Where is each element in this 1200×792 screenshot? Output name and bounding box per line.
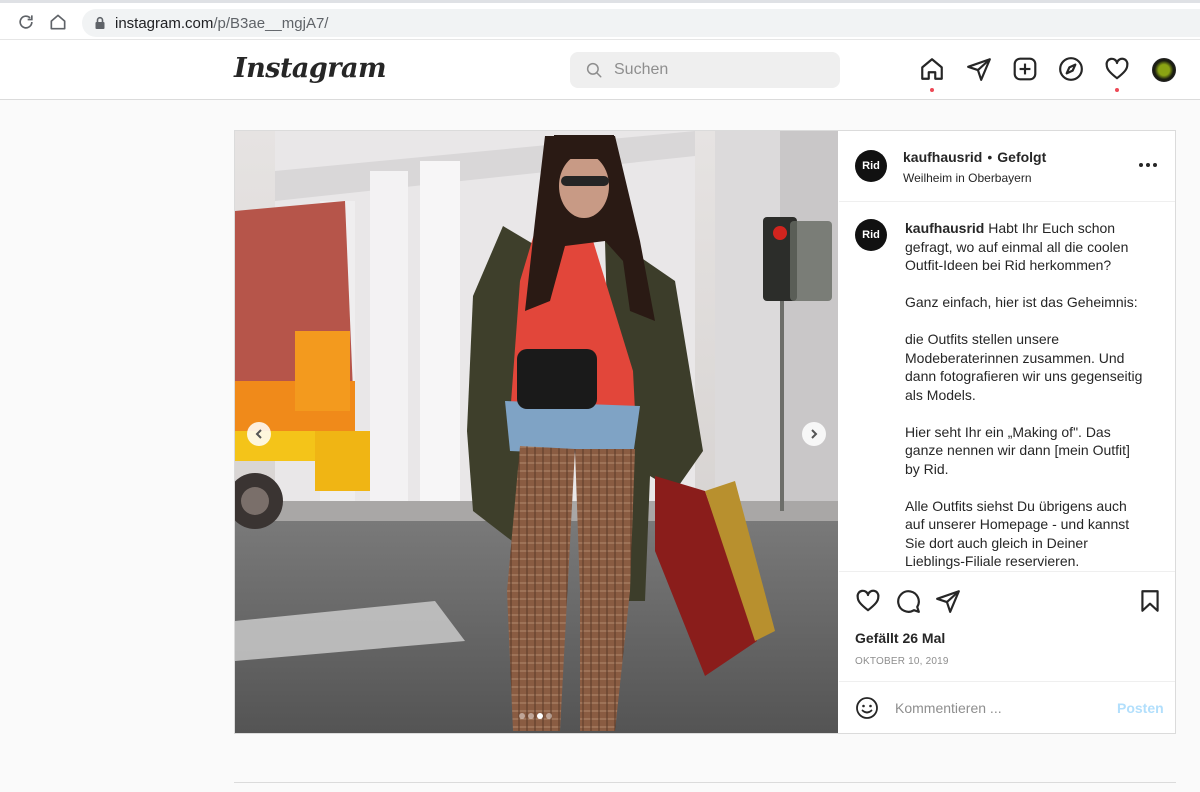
home-icon[interactable] — [919, 56, 945, 82]
activity-heart-icon[interactable] — [1104, 56, 1130, 82]
comment-form: Posten — [839, 681, 1175, 733]
follow-status-button[interactable]: Gefolgt — [997, 149, 1046, 165]
instagram-logo[interactable]: Instagram — [234, 53, 387, 84]
url-host: instagram.com — [115, 15, 214, 32]
separator-dot: • — [987, 149, 993, 165]
post-photo[interactable] — [235, 131, 838, 733]
post-caption: kaufhausrid Habt Ihr Euch schon gefragt,… — [905, 219, 1145, 571]
carousel-next-button[interactable] — [802, 422, 826, 446]
post-comment-button[interactable]: Posten — [1117, 700, 1164, 716]
url-path: /p/B3ae__mgjA7/ — [213, 15, 329, 32]
more-options-icon[interactable] — [1137, 161, 1159, 169]
emoji-icon[interactable] — [855, 696, 879, 720]
search-box[interactable] — [570, 52, 840, 88]
author-avatar[interactable]: Rid — [855, 150, 887, 182]
share-icon[interactable] — [935, 588, 961, 614]
avatar-logo-text: Rid — [862, 159, 880, 172]
caption-author-avatar[interactable]: Rid — [855, 219, 887, 251]
comment-input[interactable] — [895, 696, 1095, 720]
post-photo-illustration — [235, 131, 838, 733]
address-bar[interactable]: instagram.com/p/B3ae__mgjA7/ — [82, 9, 1200, 37]
url-text: instagram.com/p/B3ae__mgjA7/ — [115, 15, 328, 32]
chevron-left-icon — [255, 429, 262, 439]
home-page-icon[interactable] — [48, 12, 68, 32]
carousel-dot-active — [537, 713, 543, 719]
post-location[interactable]: Weilheim in Oberbayern — [903, 171, 1032, 185]
likes-count[interactable]: Gefällt 26 Mal — [855, 630, 945, 646]
lock-icon — [95, 16, 105, 29]
author-line: kaufhausrid • Gefolgt — [903, 149, 1046, 165]
browser-toolbar: instagram.com/p/B3ae__mgjA7/ — [0, 0, 1200, 40]
home-notification-dot — [930, 88, 934, 92]
chevron-right-icon — [811, 429, 818, 439]
search-input[interactable] — [614, 58, 829, 82]
carousel-dot — [546, 713, 552, 719]
profile-avatar[interactable] — [1152, 58, 1176, 82]
post-date[interactable]: OKTOBER 10, 2019 — [855, 656, 949, 667]
search-icon — [586, 62, 602, 78]
like-heart-icon[interactable] — [855, 588, 881, 614]
post-actions: Gefällt 26 Mal OKTOBER 10, 2019 — [839, 571, 1175, 681]
direct-icon[interactable] — [966, 56, 992, 82]
avatar-logo-text: Rid — [862, 228, 880, 241]
bookmark-icon[interactable] — [1137, 588, 1163, 614]
carousel-dot — [528, 713, 534, 719]
activity-notification-dot — [1115, 88, 1119, 92]
post-sidebar: Rid kaufhausrid • Gefolgt Weilheim in Ober… — [839, 131, 1175, 733]
comment-icon[interactable] — [895, 588, 921, 614]
carousel-indicator — [519, 713, 552, 719]
post-card: Rid kaufhausrid • Gefolgt Weilheim in Ober… — [234, 130, 1176, 734]
post-header: Rid kaufhausrid • Gefolgt Weilheim in Ober… — [839, 131, 1175, 202]
caption-username[interactable]: kaufhausrid — [905, 220, 984, 236]
caption-section: Rid kaufhausrid Habt Ihr Euch schon gefr… — [839, 203, 1175, 571]
author-username[interactable]: kaufhausrid — [903, 149, 982, 165]
caption-text: Habt Ihr Euch schon gefragt, wo auf einm… — [905, 220, 1143, 569]
instagram-header: Instagram — [0, 40, 1200, 100]
carousel-prev-button[interactable] — [247, 422, 271, 446]
section-divider — [234, 782, 1176, 783]
reload-icon[interactable] — [16, 12, 36, 32]
carousel-dot — [519, 713, 525, 719]
explore-icon[interactable] — [1058, 56, 1084, 82]
new-post-icon[interactable] — [1012, 56, 1038, 82]
